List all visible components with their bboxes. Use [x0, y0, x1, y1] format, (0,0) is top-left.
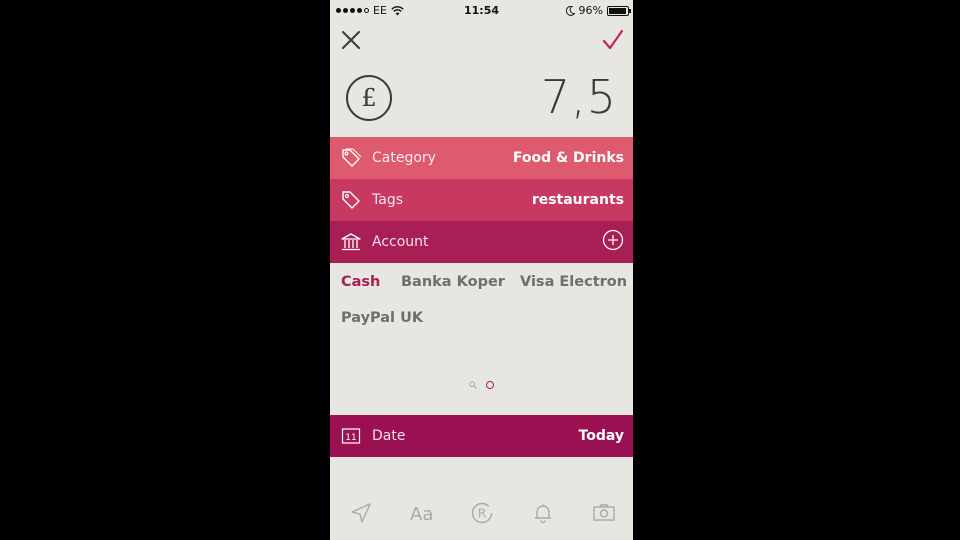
battery-level: [609, 7, 627, 14]
category-row[interactable]: Category Food & Drinks: [330, 137, 633, 179]
moon-icon: [565, 5, 575, 16]
currency-symbol: £: [361, 84, 377, 112]
battery-percent: 96%: [578, 4, 603, 17]
tags-value: restaurants: [531, 192, 624, 208]
date-value: Today: [578, 428, 624, 444]
tag-icon: [340, 189, 362, 211]
status-bar: EE 11:54 96%: [330, 0, 633, 20]
text-format-icon: Aa: [410, 504, 433, 524]
svg-text:R: R: [478, 507, 486, 521]
date-row[interactable]: 11 Date Today: [330, 415, 633, 457]
account-option-banka-koper[interactable]: Banka Koper: [401, 274, 505, 290]
category-label: Category: [372, 150, 436, 166]
category-value: Food & Drinks: [512, 150, 624, 166]
date-label: Date: [372, 428, 406, 444]
bank-icon: [340, 231, 362, 253]
tags-row[interactable]: Tags restaurants: [330, 179, 633, 221]
recurring-button[interactable]: R: [467, 498, 497, 528]
page-indicator: [330, 381, 633, 389]
tags-label: Tags: [372, 192, 403, 208]
page-dot-active[interactable]: [486, 381, 494, 389]
close-button[interactable]: [340, 29, 362, 51]
calendar-icon-day: 11: [345, 433, 356, 443]
location-button[interactable]: [346, 498, 376, 528]
category-tags-icon: [340, 147, 362, 169]
recurring-icon: R: [471, 502, 493, 524]
reminder-button[interactable]: [528, 498, 558, 528]
amount-value[interactable]: 7,5: [541, 70, 617, 124]
phone-screen: EE 11:54 96% £ 7,5 Category Food & Drink…: [330, 0, 633, 540]
account-option-visa-electron[interactable]: Visa Electron: [520, 274, 627, 290]
account-option-paypal-uk[interactable]: PayPal UK: [341, 310, 423, 326]
reminder-bell-icon: [535, 504, 551, 524]
search-page-icon[interactable]: [469, 381, 477, 389]
battery-icon: [607, 5, 631, 16]
currency-button[interactable]: £: [346, 75, 392, 121]
checkmark-icon: [602, 29, 624, 50]
calendar-icon: 11: [340, 425, 362, 447]
account-row: Account: [330, 221, 633, 263]
status-right: 96%: [565, 4, 631, 17]
location-icon: [351, 503, 371, 523]
account-label: Account: [372, 234, 429, 250]
close-icon: [342, 31, 360, 49]
plus-circle-icon: [602, 229, 624, 251]
photo-button[interactable]: [589, 498, 619, 528]
bottom-toolbar: Aa R: [330, 498, 633, 528]
svg-text:Aa: Aa: [410, 504, 433, 524]
account-option-cash[interactable]: Cash: [341, 274, 380, 290]
confirm-button[interactable]: [601, 28, 625, 52]
camera-icon: [593, 504, 615, 521]
note-button[interactable]: Aa: [407, 498, 437, 528]
add-account-button[interactable]: [602, 229, 624, 255]
